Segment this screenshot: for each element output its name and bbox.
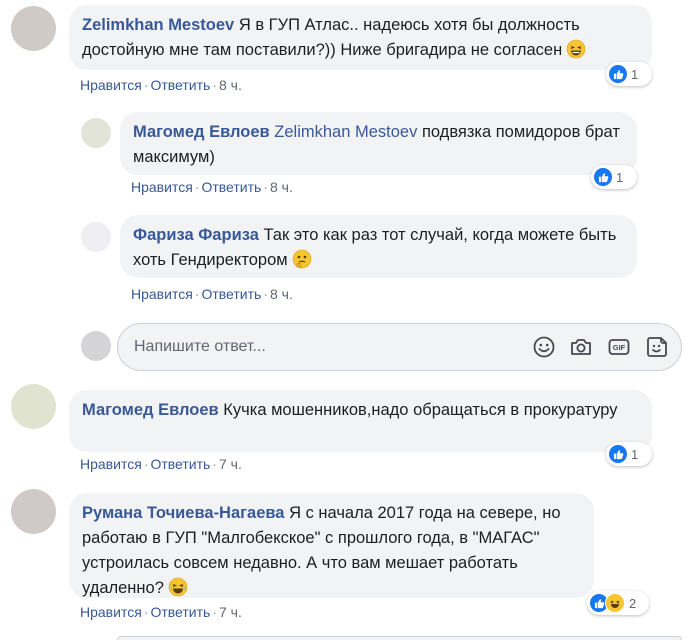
next-reply-input-edge	[117, 636, 682, 640]
reply-bubble: Магомед Евлоев Zelimkhan Mestoev подвязк…	[120, 112, 637, 175]
reply-actions: Нравится · Ответить · 8 ч.	[131, 286, 293, 302]
comment-time[interactable]: 8 ч.	[219, 77, 242, 93]
reply-link[interactable]: Ответить	[150, 604, 210, 620]
reaction-summary[interactable]: 1	[591, 165, 637, 189]
reply-time[interactable]: 8 ч.	[270, 286, 293, 302]
avatar[interactable]	[11, 489, 56, 534]
reply-author[interactable]: Фариза Фариза	[133, 226, 259, 244]
thinking-emoji-icon	[292, 249, 312, 269]
like-link[interactable]: Нравится	[80, 604, 142, 620]
comment-author[interactable]: Румана Точиева-Нагаева	[82, 504, 284, 522]
smiley-icon[interactable]	[532, 335, 556, 359]
reaction-count: 1	[616, 169, 624, 185]
like-link[interactable]: Нравится	[80, 77, 142, 93]
camera-icon[interactable]	[569, 335, 593, 359]
reply-link[interactable]: Ответить	[150, 77, 210, 93]
comment-time[interactable]: 7 ч.	[219, 604, 242, 620]
comment-actions: Нравится · Ответить · 8 ч.	[80, 77, 242, 93]
comment-author[interactable]: Zelimkhan Mestoev	[82, 16, 234, 34]
reaction-count: 1	[631, 66, 639, 82]
comment-bubble: Zelimkhan Mestoev Я в ГУП Атлас.. надеюс…	[69, 5, 652, 70]
reply-author[interactable]: Магомед Евлоев	[133, 123, 270, 141]
comment-actions: Нравится · Ответить · 7 ч.	[80, 456, 242, 472]
avatar[interactable]	[11, 384, 56, 429]
avatar	[81, 331, 111, 361]
laughing-emoji-icon	[168, 577, 188, 597]
like-link[interactable]: Нравится	[131, 286, 193, 302]
reaction-summary[interactable]: 1	[606, 442, 652, 466]
like-link[interactable]: Нравится	[80, 456, 142, 472]
comment-bubble: Магомед Евлоев Кучка мошенников,надо обр…	[69, 390, 652, 452]
reply-link[interactable]: Ответить	[201, 179, 261, 195]
reply-time[interactable]: 8 ч.	[270, 179, 293, 195]
comment-bubble: Румана Точиева-Нагаева Я с начала 2017 г…	[69, 493, 594, 598]
reply-input[interactable]: Напишите ответ... GIF	[117, 323, 682, 371]
laughing-emoji-icon	[566, 39, 586, 59]
comment-text: Кучка мошенников,надо обращаться в проку…	[223, 401, 618, 419]
comment-author[interactable]: Магомед Евлоев	[82, 401, 219, 419]
like-reaction-icon	[609, 445, 627, 463]
like-reaction-icon	[594, 168, 612, 186]
comment-time[interactable]: 7 ч.	[219, 456, 242, 472]
like-link[interactable]: Нравится	[131, 179, 193, 195]
reply-mention[interactable]: Zelimkhan Mestoev	[274, 123, 417, 141]
reaction-summary[interactable]: 1	[606, 62, 652, 86]
avatar[interactable]	[11, 6, 56, 51]
gif-icon[interactable]: GIF	[607, 335, 631, 359]
avatar[interactable]	[81, 118, 111, 148]
reply-actions: Нравится · Ответить · 8 ч.	[131, 179, 293, 195]
like-reaction-icon	[609, 65, 627, 83]
reply-bubble: Фариза Фариза Так это как раз тот случай…	[120, 215, 637, 278]
haha-reaction-icon	[605, 593, 625, 613]
reply-link[interactable]: Ответить	[150, 456, 210, 472]
reply-placeholder: Напишите ответ...	[134, 338, 266, 355]
svg-text:GIF: GIF	[613, 343, 626, 352]
reaction-count: 1	[631, 446, 639, 462]
avatar[interactable]	[81, 222, 111, 252]
reply-link[interactable]: Ответить	[201, 286, 261, 302]
reaction-summary[interactable]: 2	[587, 591, 649, 615]
comment-actions: Нравится · Ответить · 7 ч.	[80, 604, 242, 620]
reaction-count: 2	[629, 595, 637, 611]
sticker-icon[interactable]	[645, 335, 669, 359]
